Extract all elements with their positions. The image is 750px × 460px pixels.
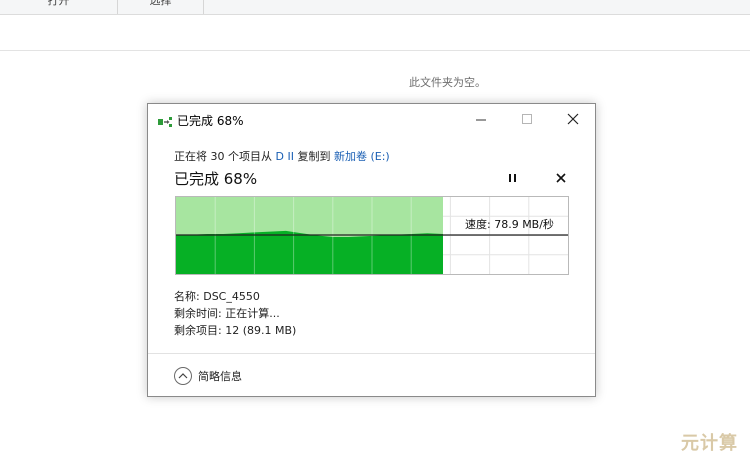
maximize-button[interactable] <box>504 104 550 134</box>
minimize-icon <box>475 110 487 129</box>
source-link[interactable]: D II <box>276 150 294 163</box>
time-remaining-value: 正在计算... <box>225 307 280 320</box>
speed-label: 速度: 78.9 MB/秒 <box>465 218 554 231</box>
ribbon-open-label: 打开 <box>47 0 70 7</box>
speed-curve-fill <box>176 230 443 274</box>
pause-button[interactable] <box>506 170 520 186</box>
copy-description: 正在将 30 个项目从 D II 复制到 新加卷 (E:) <box>174 148 390 164</box>
destination-link[interactable]: 新加卷 (E:) <box>334 150 390 163</box>
empty-folder-message: 此文件夹为空。 <box>409 76 486 89</box>
desc-prefix: 正在将 30 个项目从 <box>174 150 272 163</box>
transfer-speed-graph <box>175 196 569 275</box>
fewer-details-label: 简略信息 <box>198 370 242 383</box>
time-remaining-label: 剩余时间: <box>174 307 222 320</box>
desc-mid: 复制到 <box>297 150 331 163</box>
copy-file-icon <box>158 113 172 127</box>
file-name-value: DSC_4550 <box>203 290 260 303</box>
ribbon-select-group[interactable]: 选择 <box>118 0 204 14</box>
file-name-row: 名称: DSC_4550 <box>174 288 260 304</box>
time-remaining-row: 剩余时间: 正在计算... <box>174 305 280 321</box>
dialog-titlebar[interactable]: 已完成 68% <box>148 104 595 134</box>
dialog-footer: 简略信息 <box>148 353 595 398</box>
close-icon <box>567 110 579 129</box>
items-remaining-value: 12 (89.1 MB) <box>225 324 297 337</box>
speed-graph-svg <box>176 197 568 274</box>
explorer-header-area <box>0 15 750 51</box>
stop-icon <box>553 171 569 190</box>
watermark: 元计算 <box>681 433 738 454</box>
explorer-ribbon: 打开 选择 <box>0 0 750 15</box>
ribbon-open-group[interactable]: 打开 <box>0 0 118 14</box>
copy-progress-dialog: 已完成 68% 正在将 30 个项目从 D II 复制到 新加卷 (E:) 已完… <box>147 103 596 397</box>
items-remaining-label: 剩余项目: <box>174 324 222 337</box>
pause-icon <box>506 171 520 190</box>
file-name-label: 名称: <box>174 290 200 303</box>
percent-complete-heading: 已完成 68% <box>174 170 258 188</box>
maximize-icon <box>521 110 533 129</box>
dialog-title: 已完成 68% <box>177 114 244 128</box>
stop-button[interactable] <box>553 170 569 186</box>
close-button[interactable] <box>550 104 596 134</box>
chevron-up-icon <box>174 367 192 385</box>
minimize-button[interactable] <box>458 104 504 134</box>
ribbon-select-label: 选择 <box>149 0 172 7</box>
fewer-details-toggle[interactable]: 简略信息 <box>174 367 242 385</box>
items-remaining-row: 剩余项目: 12 (89.1 MB) <box>174 322 296 338</box>
